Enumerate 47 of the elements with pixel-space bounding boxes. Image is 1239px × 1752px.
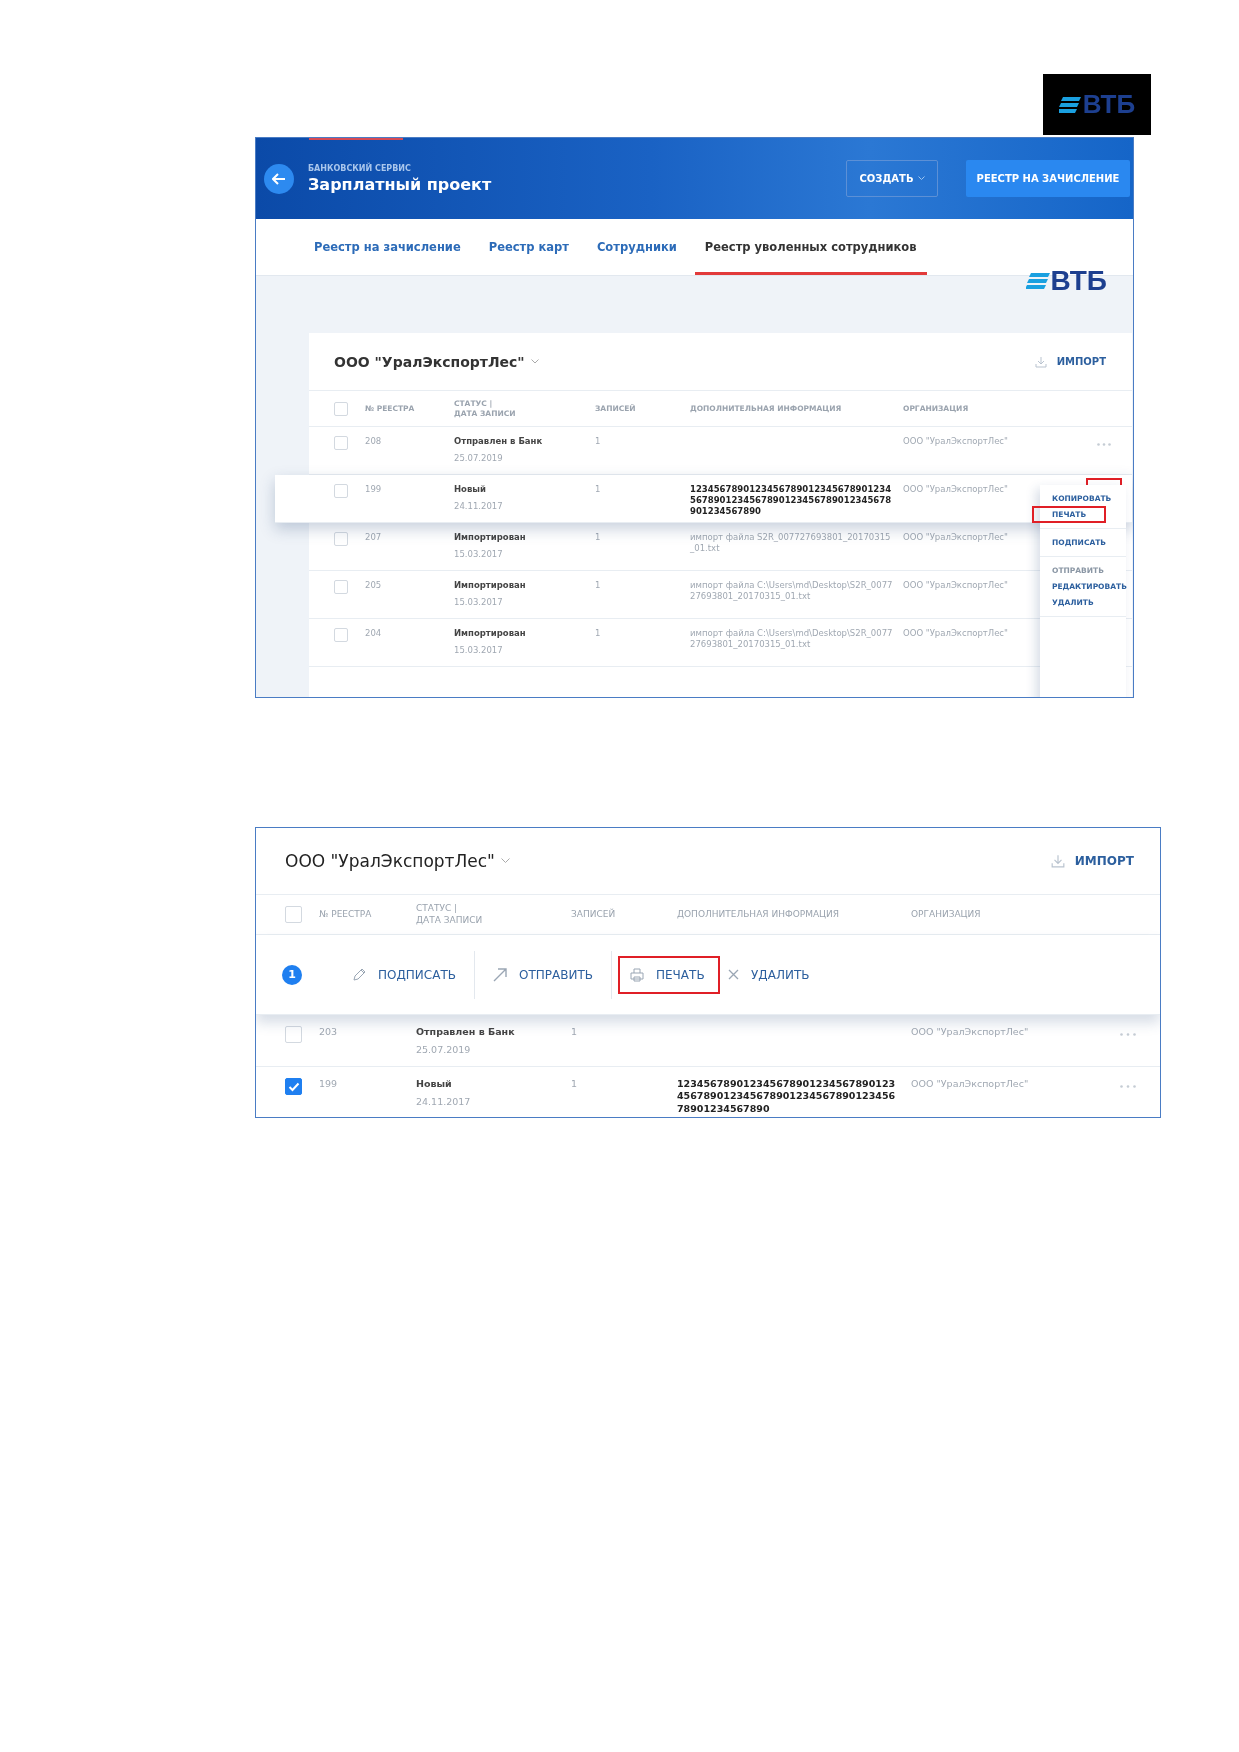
record-count: 1 [571, 1078, 579, 1089]
status-text: Отправлен в Банк [454, 436, 544, 446]
record-date: 25.07.2019 [416, 1044, 472, 1055]
registry-number: 208 [365, 436, 383, 446]
registry-number: 205 [365, 580, 383, 590]
record-date: 24.11.2017 [416, 1096, 472, 1107]
status-text: Новый [416, 1078, 453, 1089]
registry-number: 199 [365, 484, 383, 494]
organization-name: ООО "УралЭкспортЛес" [903, 484, 1009, 494]
column-header: СТАТУС | ДАТА ЗАПИСИ [416, 903, 484, 926]
logo-text: ВТБ [1082, 89, 1136, 120]
column-header: ОРГАНИЗАЦИЯ [911, 908, 982, 921]
logo-text: ВТБ [1050, 265, 1107, 297]
additional-info: импорт файла C:\Users\md\Desktop\S2R_007727693801_20170315_01.txt [690, 580, 894, 603]
organization-name: ООО "УралЭкспортЛес" [911, 1078, 1030, 1089]
additional-info: импорт файла C:\Users\md\Desktop\S2R_007727693801_20170315_01.txt [690, 628, 894, 651]
registry-number: 204 [365, 628, 383, 638]
status-text: Новый [454, 484, 487, 494]
registry-number: 199 [319, 1078, 339, 1089]
page-title: Зарплатный проект [308, 174, 492, 194]
additional-info: импорт файла S2R_007727693801_20170315_01.txt [690, 532, 892, 555]
record-count: 1 [595, 580, 602, 590]
column-header: № РЕЕСТРА [319, 908, 373, 921]
record-count: 1 [595, 484, 602, 494]
record-count: 1 [595, 436, 602, 446]
record-date: 25.07.2019 [454, 453, 504, 463]
organization-name: ООО "УралЭкспортЛес" [903, 628, 1009, 638]
status-text: Импортирован [454, 580, 527, 590]
record-date: 15.03.2017 [454, 597, 504, 607]
registry-number: 207 [365, 532, 383, 542]
column-header: ЗАПИСЕЙ [571, 908, 617, 921]
service-label: БАНКОВСКИЙ СЕРВИС [308, 163, 412, 173]
record-count: 1 [595, 532, 602, 542]
status-text: Импортирован [454, 532, 527, 542]
status-text: Отправлен в Банк [416, 1026, 516, 1037]
record-count: 1 [595, 628, 602, 638]
organization-name: ООО "УралЭкспортЛес" [903, 436, 1009, 446]
record-date: 24.11.2017 [454, 501, 504, 511]
record-date: 15.03.2017 [454, 645, 504, 655]
organization-name: ООО "УралЭкспортЛес" [911, 1026, 1030, 1037]
status-text: Импортирован [454, 628, 527, 638]
record-count: 1 [571, 1026, 579, 1037]
selected-count-badge: 1 [282, 964, 302, 985]
column-header: ДОПОЛНИТЕЛЬНАЯ ИНФОРМАЦИЯ [677, 908, 841, 921]
registry-number: 203 [319, 1026, 339, 1037]
record-date: 15.03.2017 [454, 549, 504, 559]
organization-name: ООО "УралЭкспортЛес" [903, 532, 1009, 542]
